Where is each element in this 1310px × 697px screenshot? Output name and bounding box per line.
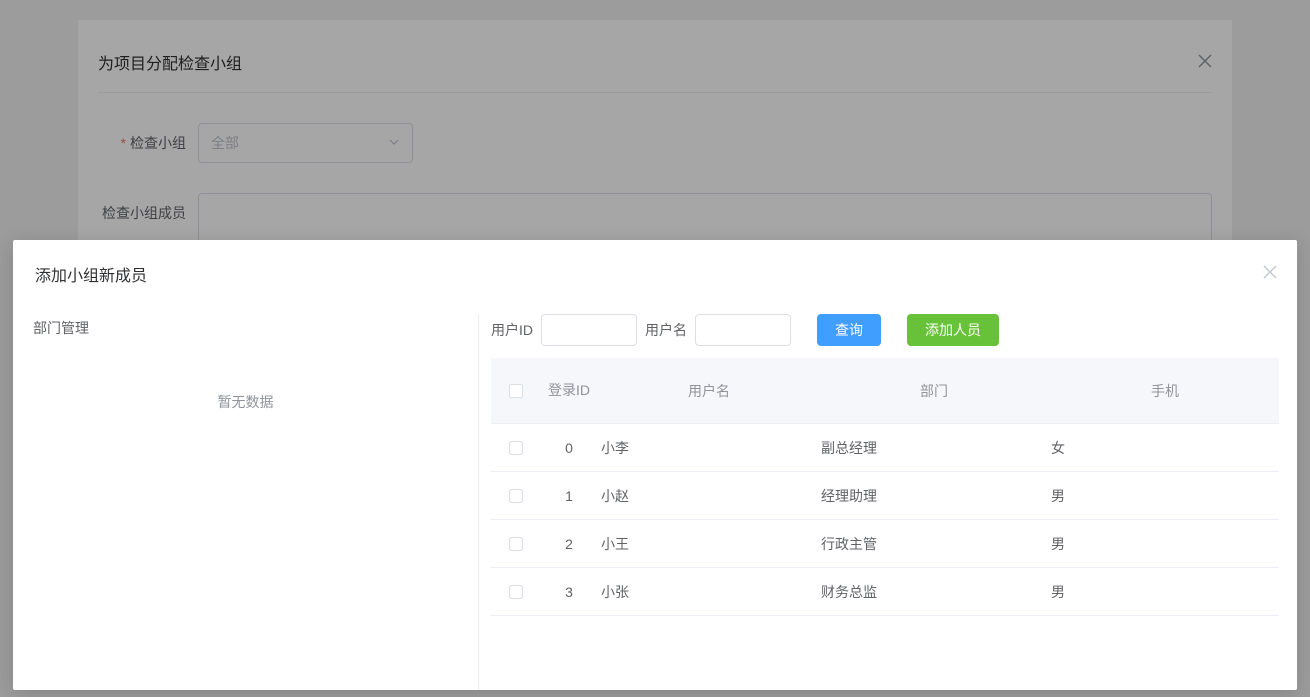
table-row: 0小李副总经理女 xyxy=(491,424,1279,472)
col-header-phone: 手机 xyxy=(1047,381,1279,401)
cell-login-id: 3 xyxy=(541,584,597,600)
cell-user-name: 小李 xyxy=(597,438,817,458)
cell-dept: 财务总监 xyxy=(817,582,1047,602)
close-icon[interactable] xyxy=(1263,265,1277,283)
user-list-pane: 用户ID 用户名 查询 添加人员 登录ID 用户名 部门 手机 0小李副总经理女… xyxy=(479,314,1279,690)
col-header-user-name: 用户名 xyxy=(597,381,817,401)
cell-login-id: 1 xyxy=(541,488,597,504)
add-member-dialog: 添加小组新成员 部门管理 暂无数据 用户ID 用户名 查询 添加人员 xyxy=(13,240,1297,690)
department-heading: 部门管理 xyxy=(31,314,460,344)
search-bar: 用户ID 用户名 查询 添加人员 xyxy=(491,314,1279,358)
row-checkbox[interactable] xyxy=(509,489,523,503)
cell-dept: 行政主管 xyxy=(817,534,1047,554)
dialog-title: 添加小组新成员 xyxy=(35,262,147,286)
query-button[interactable]: 查询 xyxy=(817,314,881,346)
user-id-input[interactable] xyxy=(541,314,637,346)
select-all-checkbox[interactable] xyxy=(509,384,523,398)
cell-phone: 男 xyxy=(1047,486,1279,506)
user-name-label: 用户名 xyxy=(645,320,687,340)
cell-login-id: 2 xyxy=(541,536,597,552)
user-id-label: 用户ID xyxy=(491,320,533,340)
row-checkbox[interactable] xyxy=(509,441,523,455)
col-header-login-id: 登录ID xyxy=(541,381,597,399)
row-checkbox[interactable] xyxy=(509,537,523,551)
table-row: 2小王行政主管男 xyxy=(491,520,1279,568)
department-empty-text: 暂无数据 xyxy=(31,344,460,412)
col-header-dept: 部门 xyxy=(817,381,1047,401)
cell-dept: 副总经理 xyxy=(817,438,1047,458)
cell-phone: 男 xyxy=(1047,582,1279,602)
cell-user-name: 小张 xyxy=(597,582,817,602)
cell-phone: 男 xyxy=(1047,534,1279,554)
user-table: 登录ID 用户名 部门 手机 0小李副总经理女1小赵经理助理男2小王行政主管男3… xyxy=(491,358,1279,616)
cell-user-name: 小王 xyxy=(597,534,817,554)
row-checkbox[interactable] xyxy=(509,585,523,599)
cell-phone: 女 xyxy=(1047,438,1279,458)
cell-login-id: 0 xyxy=(541,440,597,456)
cell-dept: 经理助理 xyxy=(817,486,1047,506)
user-name-input[interactable] xyxy=(695,314,791,346)
add-person-button[interactable]: 添加人员 xyxy=(907,314,999,346)
department-tree-pane: 部门管理 暂无数据 xyxy=(31,314,479,690)
table-row: 3小张财务总监男 xyxy=(491,568,1279,616)
table-row: 1小赵经理助理男 xyxy=(491,472,1279,520)
table-header-row: 登录ID 用户名 部门 手机 xyxy=(491,358,1279,424)
cell-user-name: 小赵 xyxy=(597,486,817,506)
